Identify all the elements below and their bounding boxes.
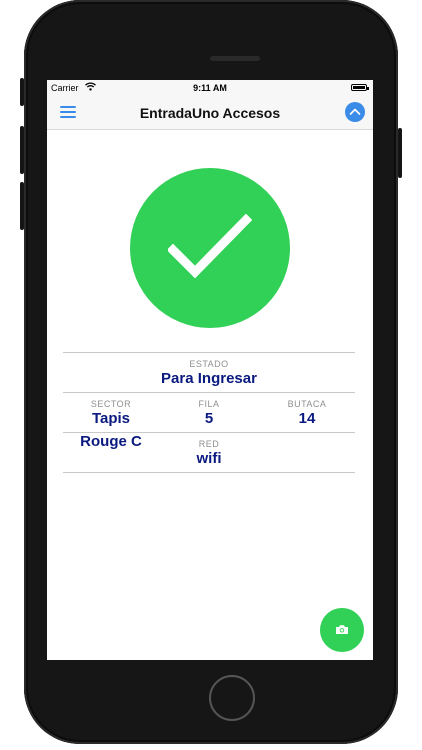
access-status-indicator — [130, 168, 290, 328]
app-screen: Carrier 9:11 AM EntradaUno Accesos ESTAD… — [47, 80, 373, 660]
estado-label: ESTADO — [189, 359, 229, 369]
home-button[interactable] — [209, 675, 255, 721]
status-time: 9:11 AM — [193, 83, 227, 93]
sector-value-continued: Rouge C — [80, 433, 142, 450]
chevron-up-icon — [349, 108, 361, 115]
fila-label: FILA — [198, 399, 220, 409]
sector-label: SECTOR — [90, 399, 132, 409]
seat-row: SECTOR Tapis FILA 5 BUTACA 14 — [63, 392, 355, 432]
butaca-value: 14 — [298, 410, 316, 427]
earpiece-speaker — [210, 56, 260, 61]
ticket-info: ESTADO Para Ingresar SECTOR Tapis FILA 5… — [63, 352, 355, 473]
battery-icon — [351, 84, 369, 91]
estado-row: ESTADO Para Ingresar — [63, 352, 355, 392]
collapse-button[interactable] — [345, 102, 365, 122]
power-button — [398, 128, 402, 178]
red-value: wifi — [196, 450, 222, 467]
status-bar: Carrier 9:11 AM — [47, 80, 373, 96]
page-title: EntradaUno Accesos — [139, 105, 281, 121]
mute-switch — [20, 78, 24, 106]
red-row: Rouge C RED wifi — [63, 432, 355, 473]
volume-up-button — [20, 126, 24, 174]
navigation-bar: EntradaUno Accesos — [47, 96, 373, 130]
checkmark-icon — [168, 214, 252, 279]
sector-value: Tapis — [91, 410, 131, 427]
estado-value: Para Ingresar — [161, 370, 257, 387]
volume-down-button — [20, 182, 24, 230]
camera-icon — [336, 625, 348, 634]
fila-value: 5 — [204, 410, 214, 427]
scan-camera-button[interactable] — [320, 608, 364, 652]
red-label: RED — [198, 439, 220, 449]
butaca-label: BUTACA — [287, 399, 327, 409]
